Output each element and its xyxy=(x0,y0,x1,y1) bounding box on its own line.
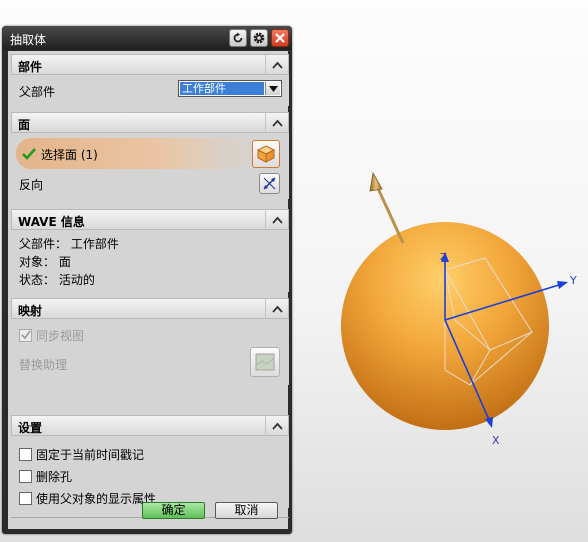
replace-assistant-button[interactable] xyxy=(250,347,280,377)
reverse-direction-icon xyxy=(263,177,276,190)
section-title-part: 部件 xyxy=(18,60,43,74)
axis-label-z: Z xyxy=(440,252,447,263)
section-header-settings[interactable]: 设置 xyxy=(11,415,289,436)
delete-holes-label: 删除孔 xyxy=(36,469,73,484)
section-header-part[interactable]: 部件 xyxy=(11,54,289,75)
axis-label-x: X xyxy=(492,434,500,447)
reverse-direction-button[interactable] xyxy=(259,173,280,194)
chevron-up-icon[interactable] xyxy=(265,415,288,436)
delete-holes-option[interactable]: 删除孔 xyxy=(19,467,72,485)
section-body-settings: 固定于当前时间戳记 删除孔 使用父对象的显示属性 xyxy=(11,436,289,508)
section-header-face[interactable]: 面 xyxy=(11,112,289,133)
extract-body-dialog: 抽取体 部件 父部件 工作部件 面 选择面 (1) 反向 WAVE 信息 父部件… xyxy=(2,26,292,534)
chevron-up-icon[interactable] xyxy=(265,54,288,75)
section-title-settings: 设置 xyxy=(18,421,43,435)
wave-info-object: 对象： 面 xyxy=(19,255,71,269)
section-title-face: 面 xyxy=(18,118,31,132)
axis-label-y: Y xyxy=(569,274,577,287)
delete-holes-checkbox[interactable] xyxy=(19,469,32,483)
chevron-up-icon[interactable] xyxy=(265,298,288,319)
parent-part-dropdown[interactable]: 工作部件 xyxy=(178,80,282,97)
graphics-viewport[interactable]: Z Y X xyxy=(300,160,588,460)
select-face-button[interactable] xyxy=(252,140,280,168)
parent-part-value: 工作部件 xyxy=(180,82,264,95)
wave-info-status: 状态： 活动的 xyxy=(19,273,95,287)
checkmark-icon xyxy=(22,148,36,160)
select-face-row[interactable]: 选择面 (1) xyxy=(16,138,272,169)
section-body-wave: 父部件： 工作部件 对象： 面 状态： 活动的 xyxy=(11,230,289,292)
section-title-wave: WAVE 信息 xyxy=(18,215,85,229)
dialog-content: 部件 父部件 工作部件 面 选择面 (1) 反向 WAVE 信息 父部件： 工作… xyxy=(8,51,289,529)
use-parent-display-option[interactable]: 使用父对象的显示属性 xyxy=(19,489,156,507)
sync-view-checkbox[interactable] xyxy=(19,328,32,342)
section-body-mapping: 同步视图 替换助理 xyxy=(11,319,289,385)
section-header-mapping[interactable]: 映射 xyxy=(11,298,289,319)
cancel-button[interactable]: 取消 xyxy=(215,502,278,519)
fix-timestamp-option[interactable]: 固定于当前时间戳记 xyxy=(19,445,144,463)
reset-button[interactable] xyxy=(229,29,247,47)
ok-button[interactable]: 确定 xyxy=(142,502,205,519)
face-select-icon xyxy=(256,145,276,163)
replace-assistant-icon xyxy=(255,353,275,371)
reverse-direction-label: 反向 xyxy=(19,178,44,192)
sync-view-label: 同步视图 xyxy=(36,328,85,343)
sync-view-option[interactable]: 同步视图 xyxy=(19,326,84,344)
section-body-part: 父部件 工作部件 xyxy=(11,75,289,106)
reset-icon xyxy=(233,32,243,43)
chevron-up-icon[interactable] xyxy=(265,209,288,230)
fix-timestamp-label: 固定于当前时间戳记 xyxy=(36,447,145,462)
title-bar[interactable]: 抽取体 xyxy=(2,26,292,50)
dropdown-arrow-icon[interactable] xyxy=(265,82,280,95)
select-face-label: 选择面 (1) xyxy=(41,148,98,162)
parent-part-label: 父部件 xyxy=(19,85,56,99)
close-icon xyxy=(275,33,285,43)
section-body-face: 选择面 (1) 反向 xyxy=(11,133,289,199)
settings-button[interactable] xyxy=(250,29,268,47)
face-normal-arrow xyxy=(369,171,405,244)
section-title-mapping: 映射 xyxy=(18,304,43,318)
dialog-title: 抽取体 xyxy=(10,33,47,47)
section-header-wave[interactable]: WAVE 信息 xyxy=(11,209,289,230)
fix-timestamp-checkbox[interactable] xyxy=(19,447,32,461)
replace-assistant-label: 替换助理 xyxy=(19,358,68,372)
chevron-up-icon[interactable] xyxy=(265,112,288,133)
wave-info-parent: 父部件： 工作部件 xyxy=(19,237,119,251)
use-parent-display-checkbox[interactable] xyxy=(19,491,32,505)
gear-icon xyxy=(253,32,265,44)
close-button[interactable] xyxy=(271,29,289,47)
use-parent-display-label: 使用父对象的显示属性 xyxy=(36,491,157,506)
